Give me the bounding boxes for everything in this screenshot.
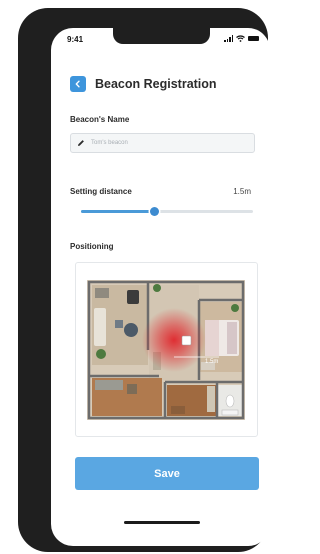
battery-icon — [248, 36, 259, 41]
setting-distance-value: 1.5m — [233, 187, 251, 196]
plant — [153, 284, 161, 292]
shelf — [95, 288, 109, 298]
status-time: 9:41 — [67, 35, 84, 44]
setting-distance-label: Setting distance — [70, 187, 132, 196]
range-label: 1.5m — [205, 359, 218, 365]
chair — [127, 384, 137, 394]
floorplan-map[interactable]: 1.5m — [87, 280, 245, 420]
beacon-name-label: Beacon's Name — [70, 115, 130, 124]
status-icons — [224, 35, 259, 42]
plant — [96, 349, 106, 359]
pillows — [227, 322, 237, 354]
beacon-name-input[interactable]: Tom's beacon — [70, 133, 255, 153]
plant — [231, 304, 239, 312]
counter — [95, 380, 123, 390]
beacon-name-placeholder: Tom's beacon — [91, 140, 128, 146]
distance-slider-fill — [81, 210, 155, 213]
armchair — [127, 290, 139, 304]
bench — [171, 406, 185, 414]
distance-slider-thumb[interactable] — [150, 207, 160, 216]
wifi-icon — [236, 35, 245, 42]
page-header: Beacon Registration — [70, 76, 217, 92]
app-screen: 9:41 Beacon Registration Beacon's Name T… — [51, 28, 270, 546]
page-title: Beacon Registration — [95, 77, 217, 91]
chevron-left-icon — [75, 80, 80, 88]
round-table — [124, 323, 138, 337]
pencil-icon — [78, 140, 84, 146]
beacon-device[interactable] — [181, 335, 192, 346]
save-button[interactable]: Save — [75, 457, 259, 490]
beacon-range-glow — [142, 308, 206, 372]
home-indicator — [124, 521, 200, 524]
sink — [221, 409, 239, 416]
phone-frame: 9:41 Beacon Registration Beacon's Name T… — [18, 8, 270, 552]
floorplan-card: 1.5m — [75, 262, 258, 437]
blanket — [205, 320, 219, 356]
cellular-signal-icon — [224, 35, 233, 42]
side-table — [115, 320, 123, 328]
toilet — [225, 394, 235, 408]
shelf-unit — [207, 386, 215, 412]
device-notch — [113, 28, 210, 44]
back-button[interactable] — [70, 76, 86, 92]
positioning-label: Positioning — [70, 242, 114, 251]
distance-slider[interactable] — [81, 207, 253, 216]
sofa — [94, 308, 106, 346]
